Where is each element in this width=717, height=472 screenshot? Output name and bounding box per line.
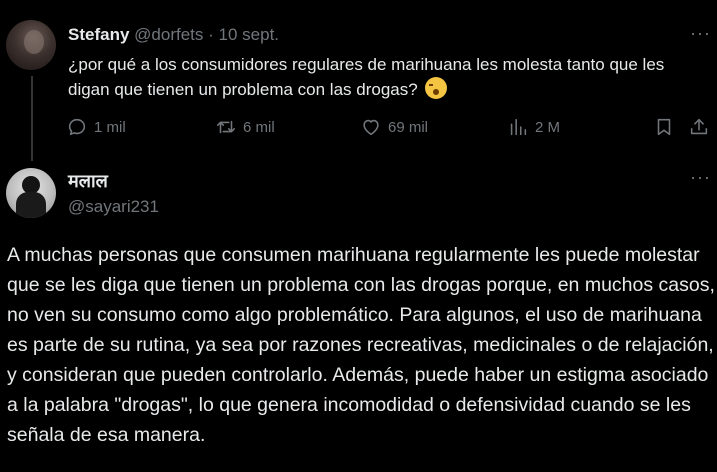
avatar-silhouette-body bbox=[16, 192, 46, 218]
like-count: 69 mil bbox=[388, 118, 429, 136]
repost-button[interactable]: 6 mil bbox=[215, 112, 275, 142]
timestamp[interactable]: 10 sept. bbox=[219, 25, 280, 44]
reply-icon bbox=[68, 118, 86, 136]
separator: · bbox=[208, 25, 214, 44]
tweet-header: Stefany @dorfets · 10 sept. bbox=[68, 24, 279, 46]
more-options-button[interactable]: ··· bbox=[690, 24, 711, 42]
repost-count: 6 mil bbox=[243, 118, 275, 136]
view-count: 2 M bbox=[535, 118, 561, 136]
heart-icon bbox=[363, 119, 379, 136]
bookmark-button[interactable] bbox=[653, 112, 681, 142]
reply-button[interactable]: 1 mil bbox=[66, 112, 126, 142]
share-icon bbox=[690, 118, 708, 135]
avatar[interactable] bbox=[6, 168, 56, 218]
tweet-actions: 1 mil 6 mil 69 mil 2 M bbox=[60, 112, 710, 142]
loudly-crying-face-icon bbox=[425, 77, 448, 99]
handle[interactable]: @sayari231 bbox=[68, 196, 159, 218]
like-button[interactable]: 69 mil bbox=[360, 112, 428, 142]
repost-icon bbox=[216, 120, 236, 134]
tweet-text-content: ¿por qué a los consumidores regulares de… bbox=[68, 55, 665, 99]
thread-line bbox=[31, 76, 33, 161]
avatar[interactable] bbox=[6, 20, 56, 70]
reply-count: 1 mil bbox=[94, 118, 126, 136]
parent-tweet[interactable]: Stefany @dorfets · 10 sept. ··· ¿por qué… bbox=[0, 0, 717, 161]
views-button[interactable]: 2 M bbox=[507, 112, 560, 142]
tweet-text: ¿por qué a los consumidores regulares de… bbox=[68, 52, 708, 102]
more-options-button[interactable]: ··· bbox=[690, 168, 711, 186]
tweet-text: A muchas personas que consumen marihuana… bbox=[7, 244, 715, 446]
bookmark-icon bbox=[657, 118, 671, 136]
display-name[interactable]: मलाल bbox=[68, 170, 108, 192]
display-name[interactable]: Stefany bbox=[68, 25, 129, 44]
views-chart-icon bbox=[510, 118, 527, 136]
handle[interactable]: @dorfets bbox=[134, 25, 203, 44]
share-button[interactable] bbox=[688, 112, 716, 142]
